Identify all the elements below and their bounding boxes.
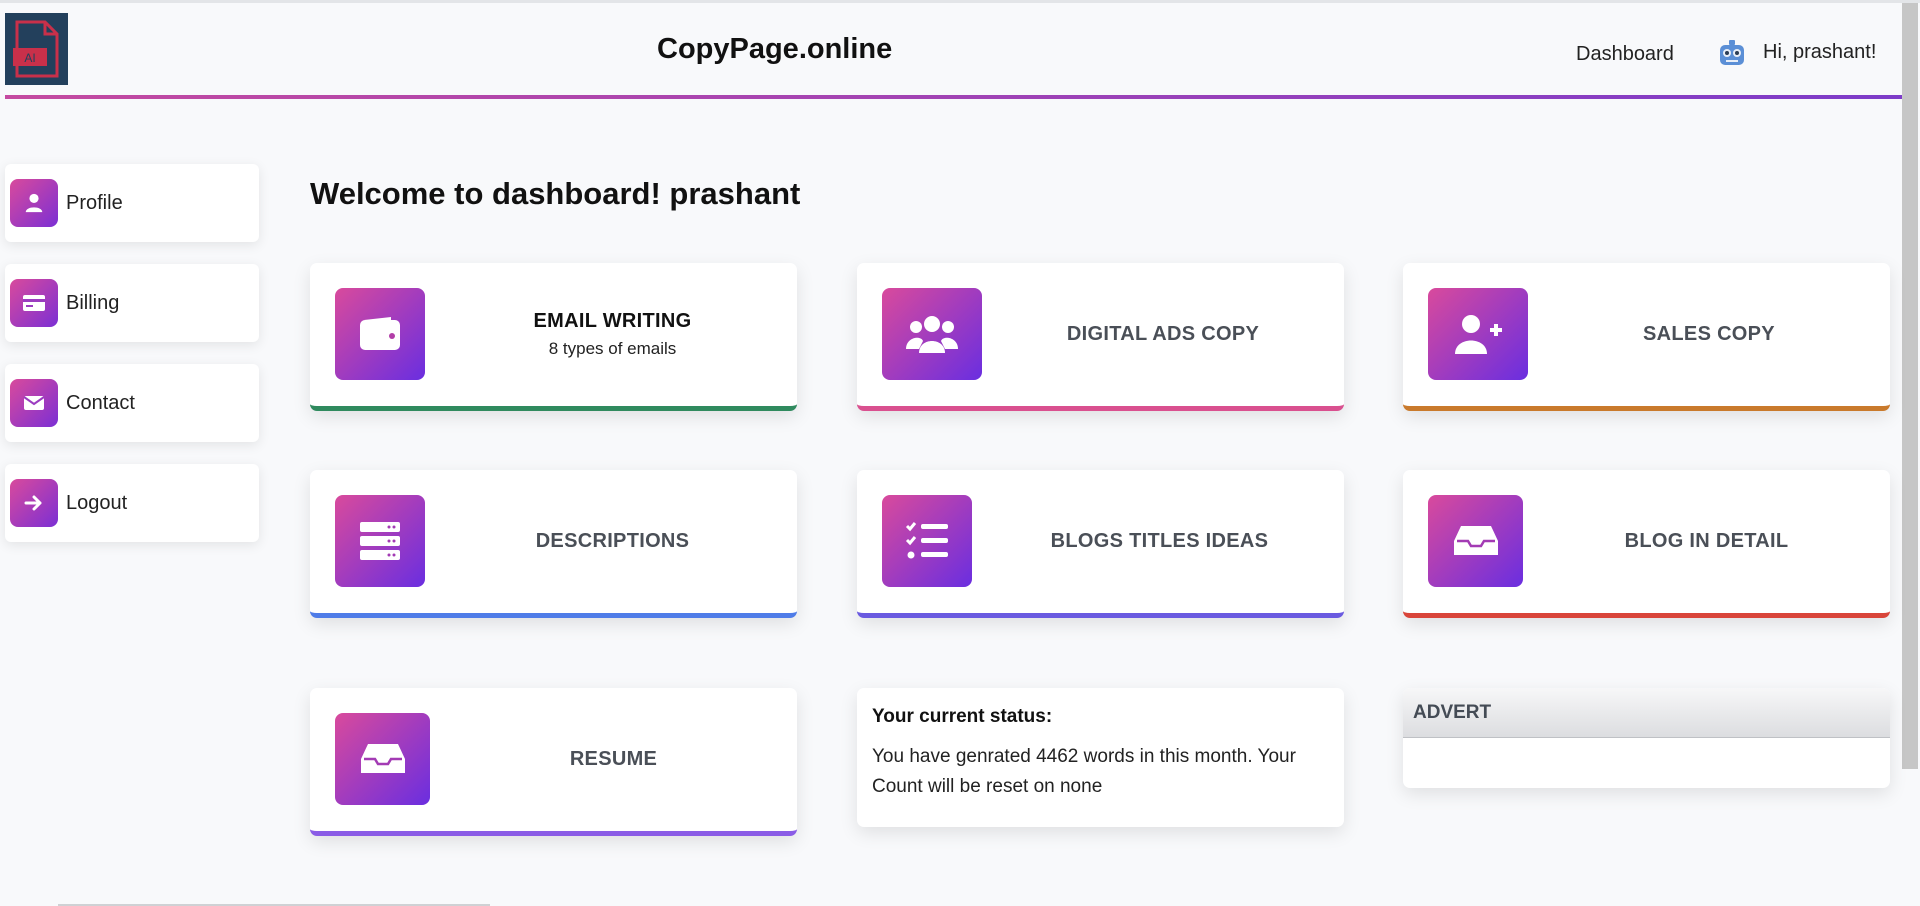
- card-descriptions[interactable]: DESCRIPTIONS: [310, 470, 797, 618]
- inbox-icon: [1428, 495, 1523, 587]
- card-title: DESCRIPTIONS: [535, 529, 690, 552]
- app-logo[interactable]: AI: [5, 13, 68, 85]
- credit-card-icon: [10, 279, 58, 327]
- users-icon: [882, 288, 982, 380]
- status-title: Your current status:: [872, 706, 1053, 727]
- advert-panel: ADVERT: [1403, 688, 1890, 788]
- card-email-writing[interactable]: EMAIL WRITING 8 types of emails: [310, 263, 797, 411]
- card-sales-copy[interactable]: SALES COPY: [1403, 263, 1890, 411]
- card-blog-in-detail[interactable]: BLOG IN DETAIL: [1403, 470, 1890, 618]
- card-digital-ads-copy[interactable]: DIGITAL ADS COPY: [857, 263, 1344, 411]
- nav-dashboard-link[interactable]: Dashboard: [1576, 43, 1674, 66]
- sidebar-item-billing[interactable]: Billing: [5, 264, 259, 342]
- logo-text: AI: [24, 51, 35, 65]
- envelope-icon: [10, 379, 58, 427]
- card-title: RESUME: [569, 747, 658, 770]
- card-title: SALES COPY: [1643, 322, 1775, 345]
- card-subtitle: 8 types of emails: [548, 338, 677, 358]
- header-gradient-divider: [5, 95, 1915, 99]
- card-resume[interactable]: RESUME: [310, 688, 797, 836]
- sidebar-item-contact[interactable]: Contact: [5, 364, 259, 442]
- card-blogs-titles-ideas[interactable]: BLOGS TITLES IDEAS: [857, 470, 1344, 618]
- status-text: You have genrated 4462 words in this mon…: [872, 746, 1296, 797]
- document-ai-icon: AI: [12, 20, 58, 78]
- sidebar-item-logout[interactable]: Logout: [5, 464, 259, 542]
- card-title: DIGITAL ADS COPY: [1066, 322, 1260, 345]
- robot-avatar-icon[interactable]: [1716, 37, 1748, 69]
- user-plus-icon: [1428, 288, 1528, 380]
- card-title: EMAIL WRITING: [533, 309, 692, 332]
- advert-title: ADVERT: [1403, 688, 1890, 738]
- sidebar-item-label: Profile: [66, 191, 123, 214]
- wallet-icon: [335, 288, 425, 380]
- brand-title: CopyPage.online: [657, 33, 893, 65]
- sidebar-item-profile[interactable]: Profile: [5, 164, 259, 242]
- sidebar-item-label: Logout: [66, 491, 128, 514]
- user-icon: [10, 179, 58, 227]
- user-greeting[interactable]: Hi, prashant!: [1763, 41, 1876, 64]
- card-title: BLOGS TITLES IDEAS: [1050, 529, 1269, 552]
- status-panel: Your current status: You have genrated 4…: [857, 688, 1344, 827]
- sidebar-item-label: Contact: [66, 391, 135, 414]
- inbox-icon: [335, 713, 430, 805]
- top-header: AI CopyPage.online Dashboard Hi, prashan…: [5, 3, 1915, 96]
- card-title: BLOG IN DETAIL: [1624, 529, 1789, 552]
- server-icon: [335, 495, 425, 587]
- sidebar-item-label: Billing: [66, 291, 120, 314]
- arrow-right-icon: [10, 479, 58, 527]
- page-title: Welcome to dashboard! prashant: [310, 176, 801, 211]
- list-check-icon: [882, 495, 972, 587]
- vertical-scrollbar[interactable]: [1902, 3, 1918, 769]
